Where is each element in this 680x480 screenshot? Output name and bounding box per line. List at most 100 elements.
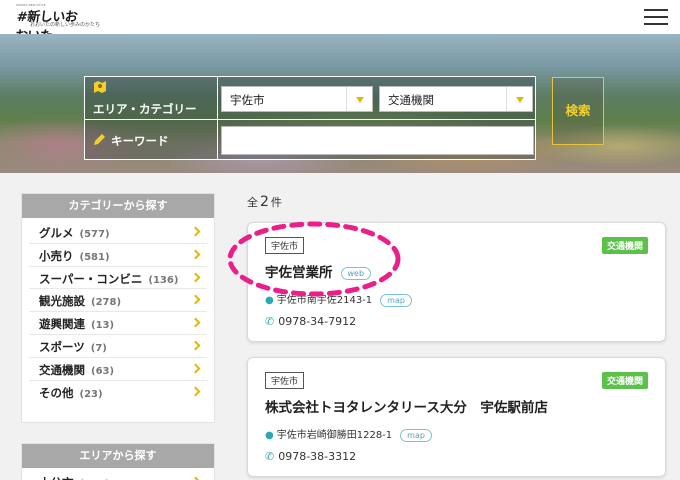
- sidebar-item-name: 観光施設: [39, 294, 85, 309]
- chevron-right-icon: [190, 340, 201, 351]
- category-select-value: 交通機関: [388, 93, 434, 107]
- map-icon: [93, 80, 107, 98]
- results-prefix: 全: [247, 196, 258, 209]
- chevron-right-icon: [190, 317, 201, 328]
- result-title: 株式会社トヨタレンタリース大分 宇佐駅前店: [265, 396, 548, 416]
- sidebar-item-label: グルメ (577): [39, 225, 110, 241]
- keyword-label: キーワード: [111, 134, 169, 148]
- sidebar-item-name: 小売り: [39, 248, 74, 263]
- chevron-right-icon: [190, 294, 201, 305]
- result-name[interactable]: 株式会社トヨタレンタリース大分 宇佐駅前店: [265, 400, 548, 416]
- sidebar-item[interactable]: 観光施設 (278): [29, 289, 207, 313]
- keyword-input[interactable]: [221, 126, 534, 155]
- sidebar-item[interactable]: スーパー・コンビニ (136): [29, 267, 207, 290]
- sidebar-item-label: その他 (23): [39, 385, 103, 401]
- sidebar-item-label: 交通機関 (63): [39, 362, 114, 378]
- sidebar-item[interactable]: グルメ (577): [29, 221, 207, 244]
- sidebar-item-name: スーパー・コンビニ: [39, 271, 143, 286]
- location-pin-icon: ●: [265, 295, 274, 306]
- phone-number[interactable]: 0978-38-3312: [278, 450, 356, 463]
- area-category-label: エリア・カテゴリー: [93, 102, 197, 116]
- result-phone: ✆ 0978-34-7912: [265, 315, 356, 328]
- logo-subtitle: おおいたの新しい歩みのかたち: [30, 22, 101, 28]
- sidebar-item-count: (7): [90, 342, 107, 354]
- sidebar-item-count: (581): [79, 251, 110, 263]
- chevron-right-icon: [190, 249, 201, 260]
- result-title: 宇佐営業所 web: [265, 261, 372, 281]
- chevron-right-icon: [190, 226, 201, 237]
- sidebar-item[interactable]: スポーツ (7): [29, 335, 207, 358]
- category-badge: 交通機関: [601, 237, 648, 254]
- sidebar-item-count: (136): [148, 274, 179, 286]
- area-list: 大分市(445): [22, 468, 214, 480]
- sidebar-item-name: その他: [39, 385, 74, 400]
- area-sidebar: エリアから探す 大分市(445): [21, 443, 215, 480]
- chevron-right-icon: [190, 476, 201, 480]
- sidebar-item-name: 交通機関: [39, 362, 85, 377]
- chevron-right-icon: [190, 386, 201, 397]
- location-pin-icon: ●: [265, 430, 274, 441]
- sidebar-item-count: (13): [91, 320, 115, 332]
- category-select[interactable]: 交通機関: [379, 86, 533, 112]
- sidebar-item[interactable]: 遊興関連 (13): [29, 312, 207, 335]
- area-sidebar-title: エリアから探す: [22, 444, 214, 468]
- result-card: 宇佐市 交通機関 宇佐営業所 web ● 宇佐市南宇佐2143-1 map ✆ 0978…: [247, 222, 666, 342]
- top-bar: ONOITA NEW STYLE #新しいおおいた おおいたの新しい歩みのかたち: [0, 0, 680, 44]
- area-select-dropdown[interactable]: [346, 87, 372, 111]
- phone-icon: ✆: [265, 315, 275, 328]
- map-link[interactable]: map: [380, 293, 412, 307]
- phone-number[interactable]: 0978-34-7912: [278, 315, 356, 328]
- search-col-divider: [217, 77, 218, 159]
- chevron-down-icon: [356, 97, 364, 103]
- search-row-divider: [85, 119, 535, 120]
- sidebar-item-label: 遊興関連 (13): [39, 316, 114, 332]
- result-name[interactable]: 宇佐営業所: [265, 265, 333, 281]
- map-link[interactable]: map: [400, 428, 432, 442]
- sidebar-item[interactable]: 小売り (581): [29, 244, 207, 267]
- sidebar-item-label: スーパー・コンビニ (136): [39, 271, 178, 287]
- sidebar-item-name: 大分市: [39, 476, 74, 480]
- result-address: ● 宇佐市南宇佐2143-1 map: [265, 291, 412, 307]
- sidebar-item[interactable]: 大分市(445): [29, 471, 207, 480]
- sidebar-item-name: スポーツ: [39, 339, 85, 354]
- area-select[interactable]: 宇佐市: [221, 86, 373, 112]
- category-badge: 交通機関: [601, 372, 648, 389]
- result-phone: ✆ 0978-38-3312: [265, 450, 356, 463]
- category-sidebar-title: カテゴリーから探す: [22, 194, 214, 218]
- sidebar-item-name: グルメ: [39, 226, 74, 240]
- category-select-dropdown[interactable]: [506, 87, 532, 111]
- search-button[interactable]: 検索: [552, 77, 604, 145]
- sidebar-item-count: (63): [91, 365, 115, 377]
- result-card: 宇佐市 交通機関 株式会社トヨタレンタリース大分 宇佐駅前店 ● 宇佐市岩崎御勝田…: [247, 357, 666, 477]
- sidebar-item-count: (278): [91, 297, 122, 309]
- chevron-down-icon: [516, 97, 524, 103]
- search-panel: エリア・カテゴリー キーワード 宇佐市 交通機関: [84, 76, 536, 160]
- site-logo[interactable]: ONOITA NEW STYLE #新しいおおいた おおいたの新しい歩みのかたち: [14, 3, 100, 44]
- chevron-right-icon: [190, 272, 201, 283]
- category-sidebar: カテゴリーから探す グルメ (577) 小売り (581) スーパー・コンビニ (136)…: [21, 193, 215, 423]
- results-suffix: 件: [270, 196, 282, 209]
- sidebar-item[interactable]: その他 (23): [29, 381, 207, 404]
- results-count: 全2件: [247, 194, 282, 210]
- sidebar-item-label: 大分市(445): [39, 475, 110, 480]
- area-badge: 宇佐市: [265, 237, 305, 254]
- sidebar-item-label: 小売り (581): [39, 248, 110, 264]
- sidebar-item[interactable]: 交通機関 (63): [29, 358, 207, 381]
- address-text: 宇佐市南宇佐2143-1: [276, 295, 373, 306]
- results-number: 2: [260, 194, 269, 210]
- sidebar-item-name: 遊興関連: [39, 317, 85, 332]
- chevron-right-icon: [190, 363, 201, 374]
- sidebar-item-label: 観光施設 (278): [39, 293, 121, 309]
- category-list: グルメ (577) 小売り (581) スーパー・コンビニ (136) 観光施設 (278) 遊…: [22, 218, 214, 403]
- pencil-icon: [93, 133, 106, 150]
- area-select-value: 宇佐市: [230, 93, 265, 107]
- result-address: ● 宇佐市岩崎御勝田1228-1 map: [265, 426, 432, 442]
- web-link[interactable]: web: [340, 266, 372, 280]
- sidebar-item-label: スポーツ (7): [39, 339, 107, 355]
- phone-icon: ✆: [265, 450, 275, 463]
- sidebar-item-count: (577): [79, 229, 110, 240]
- hamburger-menu-icon[interactable]: [644, 9, 668, 25]
- address-text: 宇佐市岩崎御勝田1228-1: [276, 430, 393, 441]
- sidebar-item-count: (23): [79, 388, 103, 400]
- area-badge: 宇佐市: [265, 372, 305, 389]
